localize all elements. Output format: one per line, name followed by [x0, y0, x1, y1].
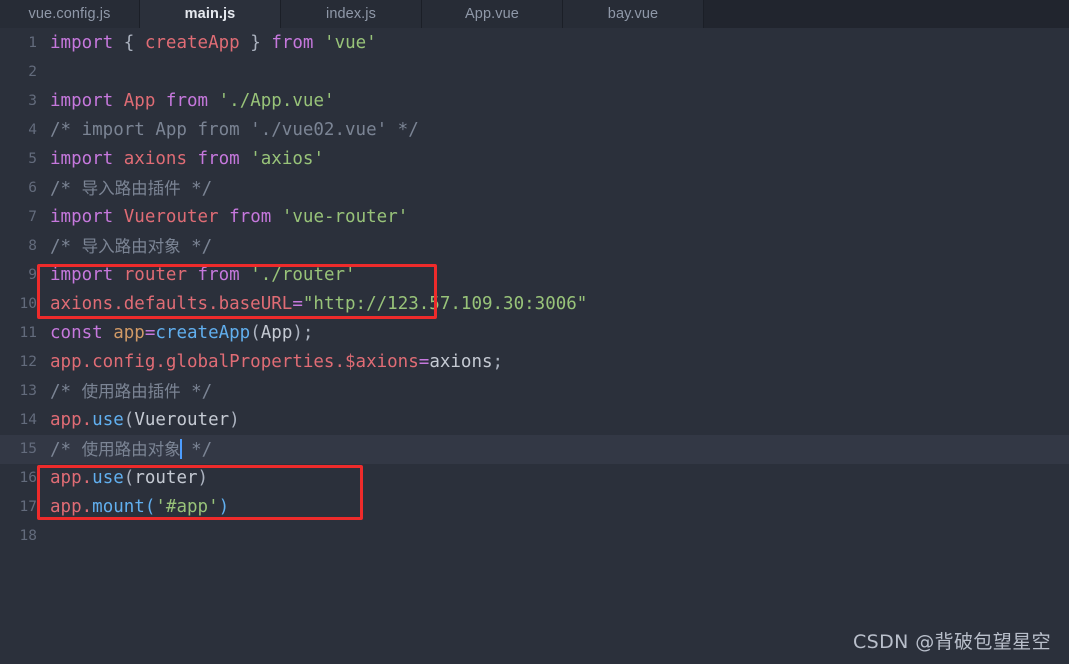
- code-line[interactable]: 11 const app=createApp(App);: [0, 319, 1069, 348]
- tab-label: App.vue: [465, 6, 519, 22]
- code-line[interactable]: 18: [0, 522, 1069, 551]
- line-content[interactable]: /* 使用路由插件 */: [37, 377, 212, 407]
- tab-bay-vue[interactable]: bay.vue: [563, 0, 704, 28]
- code-line[interactable]: 16 app.use(router): [0, 464, 1069, 493]
- code-line[interactable]: 3 import App from './App.vue': [0, 87, 1069, 116]
- line-number: 7: [28, 209, 37, 225]
- code-line-current[interactable]: 15 /* 使用路由对象 */: [0, 435, 1069, 464]
- line-number: 17: [19, 499, 37, 515]
- line-number: 9: [28, 267, 37, 283]
- line-content[interactable]: app.config.globalProperties.$axions=axio…: [37, 348, 503, 377]
- line-content[interactable]: /* 使用路由对象 */: [37, 435, 212, 465]
- line-number: 6: [28, 180, 37, 196]
- line-content[interactable]: import App from './App.vue': [37, 87, 335, 116]
- line-number: 18: [19, 528, 37, 544]
- code-line[interactable]: 8 /* 导入路由对象 */: [0, 232, 1069, 261]
- line-content[interactable]: import router from './router': [37, 261, 356, 290]
- tab-label: index.js: [326, 6, 376, 22]
- code-line[interactable]: 9 import router from './router': [0, 261, 1069, 290]
- line-number: 8: [28, 238, 37, 254]
- code-line[interactable]: 1 import { createApp } from 'vue': [0, 29, 1069, 58]
- code-line[interactable]: 12 app.config.globalProperties.$axions=a…: [0, 348, 1069, 377]
- tab-vue-config-js[interactable]: vue.config.js: [0, 0, 140, 28]
- line-number: 11: [19, 325, 37, 341]
- code-line[interactable]: 2: [0, 58, 1069, 87]
- line-number: 10: [19, 296, 37, 312]
- line-number: 5: [28, 151, 37, 167]
- line-content[interactable]: app.use(router): [37, 464, 208, 493]
- tab-index-js[interactable]: index.js: [281, 0, 422, 28]
- code-line[interactable]: 10 axions.defaults.baseURL="http://123.5…: [0, 290, 1069, 319]
- line-content[interactable]: /* import App from './vue02.vue' */: [37, 116, 419, 145]
- line-content[interactable]: import { createApp } from 'vue': [37, 29, 377, 58]
- line-content[interactable]: app.use(Vuerouter): [37, 406, 240, 435]
- code-line[interactable]: 5 import axions from 'axios': [0, 145, 1069, 174]
- line-content[interactable]: axions.defaults.baseURL="http://123.57.1…: [37, 290, 587, 319]
- tab-label: main.js: [184, 6, 236, 22]
- code-line[interactable]: 6 /* 导入路由插件 */: [0, 174, 1069, 203]
- code-line[interactable]: 13 /* 使用路由插件 */: [0, 377, 1069, 406]
- line-content[interactable]: import axions from 'axios': [37, 145, 324, 174]
- line-number: 2: [28, 64, 37, 80]
- watermark-text: CSDN @背破包望星空: [852, 631, 1051, 653]
- tab-label: vue.config.js: [28, 6, 111, 22]
- tab-app-vue[interactable]: App.vue: [422, 0, 563, 28]
- editor-tab-bar: vue.config.js main.js index.js App.vue b…: [0, 0, 1069, 28]
- code-lines-container[interactable]: 1 import { createApp } from 'vue' 2 3 im…: [0, 28, 1069, 551]
- line-number: 1: [28, 35, 37, 51]
- code-line[interactable]: 4 /* import App from './vue02.vue' */: [0, 116, 1069, 145]
- code-line[interactable]: 17 app.mount('#app'): [0, 493, 1069, 522]
- line-content[interactable]: /* 导入路由对象 */: [37, 232, 212, 262]
- line-number: 3: [28, 93, 37, 109]
- line-number: 15: [19, 441, 37, 457]
- line-number: 4: [28, 122, 37, 138]
- line-content[interactable]: import Vuerouter from 'vue-router': [37, 203, 408, 232]
- tab-main-js[interactable]: main.js: [140, 0, 281, 28]
- line-number: 12: [19, 354, 37, 370]
- line-content[interactable]: /* 导入路由插件 */: [37, 174, 212, 204]
- code-line[interactable]: 7 import Vuerouter from 'vue-router': [0, 203, 1069, 232]
- tab-bar-empty-space: [704, 0, 1069, 28]
- line-content[interactable]: const app=createApp(App);: [37, 319, 313, 348]
- line-number: 16: [19, 470, 37, 486]
- line-number: 13: [19, 383, 37, 399]
- code-editor[interactable]: 1 import { createApp } from 'vue' 2 3 im…: [0, 28, 1069, 664]
- code-line[interactable]: 14 app.use(Vuerouter): [0, 406, 1069, 435]
- tab-label: bay.vue: [607, 6, 659, 22]
- line-content[interactable]: app.mount('#app'): [37, 493, 229, 522]
- line-number: 14: [19, 412, 37, 428]
